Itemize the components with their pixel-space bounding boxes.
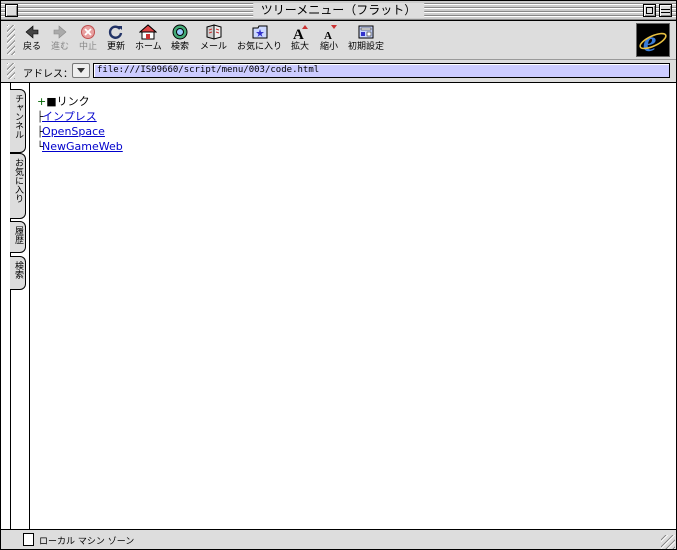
tree-item: ├インプレス — [37, 109, 123, 124]
text-smaller-icon: A — [320, 24, 338, 42]
content-area: チャンネル お気に入り 履歴 検索 +■リンク ├インプレス ├OpenSpac… — [1, 83, 676, 529]
address-label: アドレス： — [23, 69, 73, 80]
tab-favorites-label: お気に入り — [13, 158, 23, 203]
link-impress[interactable]: インプレス — [42, 110, 97, 123]
search-icon — [171, 24, 189, 40]
tab-history-label: 履歴 — [13, 226, 23, 244]
expand-toggle[interactable]: + — [37, 95, 46, 108]
tab-channels[interactable]: チャンネル — [10, 89, 26, 153]
zone-icon — [23, 533, 34, 546]
mail-button[interactable]: メール — [200, 24, 227, 52]
link-newgameweb[interactable]: NewGameWeb — [42, 140, 123, 153]
back-label: 戻る — [23, 42, 42, 52]
preferences-label: 初期設定 — [348, 42, 385, 52]
toolbar-grip[interactable] — [7, 25, 15, 55]
home-icon — [139, 24, 158, 40]
home-label: ホーム — [135, 42, 162, 52]
status-bar: ローカル マシン ゾーン — [1, 529, 676, 549]
browser-window: ツリーメニュー（フラット） 戻る 進む 中止 更新 ホーム 検索 メール お気に… — [0, 0, 677, 550]
explorer-bar-tabs: チャンネル お気に入り 履歴 検索 — [1, 83, 30, 529]
tab-search-label: 検索 — [13, 261, 23, 279]
favorites-label: お気に入り — [237, 42, 283, 52]
svg-text:A: A — [324, 30, 332, 40]
status-text: ローカル マシン ゾーン — [39, 537, 135, 547]
zoom-box-icon[interactable] — [643, 4, 656, 17]
text-smaller-button[interactable]: A 縮小 — [320, 24, 338, 52]
back-button[interactable]: 戻る — [23, 24, 41, 52]
refresh-label: 更新 — [107, 42, 126, 52]
toolbar: 戻る 進む 中止 更新 ホーム 検索 メール お気に入り A 拡大 A 縮小 初… — [1, 21, 676, 60]
ie-logo-icon: e — [636, 23, 670, 58]
resize-grip[interactable] — [661, 535, 675, 549]
back-arrow-icon — [23, 24, 41, 40]
tab-channels-label: チャンネル — [13, 94, 23, 139]
tree-item: └NewGameWeb — [37, 139, 123, 154]
mail-icon — [205, 24, 223, 40]
folder-marker-icon: ■ — [46, 95, 57, 108]
stop-label: 中止 — [79, 42, 98, 52]
stop-icon — [79, 24, 97, 40]
mail-label: メール — [200, 42, 228, 52]
address-bar: アドレス： file:///IS09660/script/menu/003/co… — [1, 60, 676, 83]
search-button[interactable]: 検索 — [171, 24, 189, 52]
home-button[interactable]: ホーム — [135, 24, 162, 52]
text-smaller-label: 縮小 — [320, 42, 339, 52]
stop-button[interactable]: 中止 — [79, 24, 97, 52]
tree-menu: +■リンク ├インプレス ├OpenSpace └NewGameWeb — [37, 94, 123, 154]
tree-root-label: リンク — [56, 95, 90, 108]
tab-favorites[interactable]: お気に入り — [10, 153, 26, 219]
forward-label: 進む — [51, 42, 70, 52]
search-label: 検索 — [171, 42, 190, 52]
preferences-icon — [357, 24, 375, 40]
forward-arrow-icon — [51, 24, 69, 40]
text-larger-button[interactable]: A 拡大 — [291, 24, 309, 52]
tree-root: +■リンク — [37, 94, 123, 109]
collapse-box-icon[interactable] — [659, 4, 672, 17]
text-larger-icon: A — [291, 24, 309, 43]
link-openspace[interactable]: OpenSpace — [42, 125, 105, 138]
title-bar[interactable]: ツリーメニュー（フラット） — [1, 1, 676, 21]
address-input[interactable]: file:///IS09660/script/menu/003/code.htm… — [93, 63, 670, 78]
close-box-icon[interactable] — [5, 4, 18, 17]
favorites-button[interactable]: お気に入り — [237, 24, 282, 52]
forward-button[interactable]: 進む — [51, 24, 69, 52]
window-title: ツリーメニュー（フラット） — [252, 3, 425, 18]
refresh-button[interactable]: 更新 — [107, 24, 125, 52]
text-larger-label: 拡大 — [291, 42, 310, 52]
address-bar-grip[interactable] — [7, 63, 15, 79]
tab-history[interactable]: 履歴 — [10, 221, 26, 253]
address-history-dropdown[interactable] — [72, 63, 90, 78]
refresh-icon — [107, 24, 125, 40]
tab-search[interactable]: 検索 — [10, 256, 26, 290]
tree-item: ├OpenSpace — [37, 124, 123, 139]
favorites-icon — [251, 24, 269, 40]
preferences-button[interactable]: 初期設定 — [348, 24, 384, 52]
